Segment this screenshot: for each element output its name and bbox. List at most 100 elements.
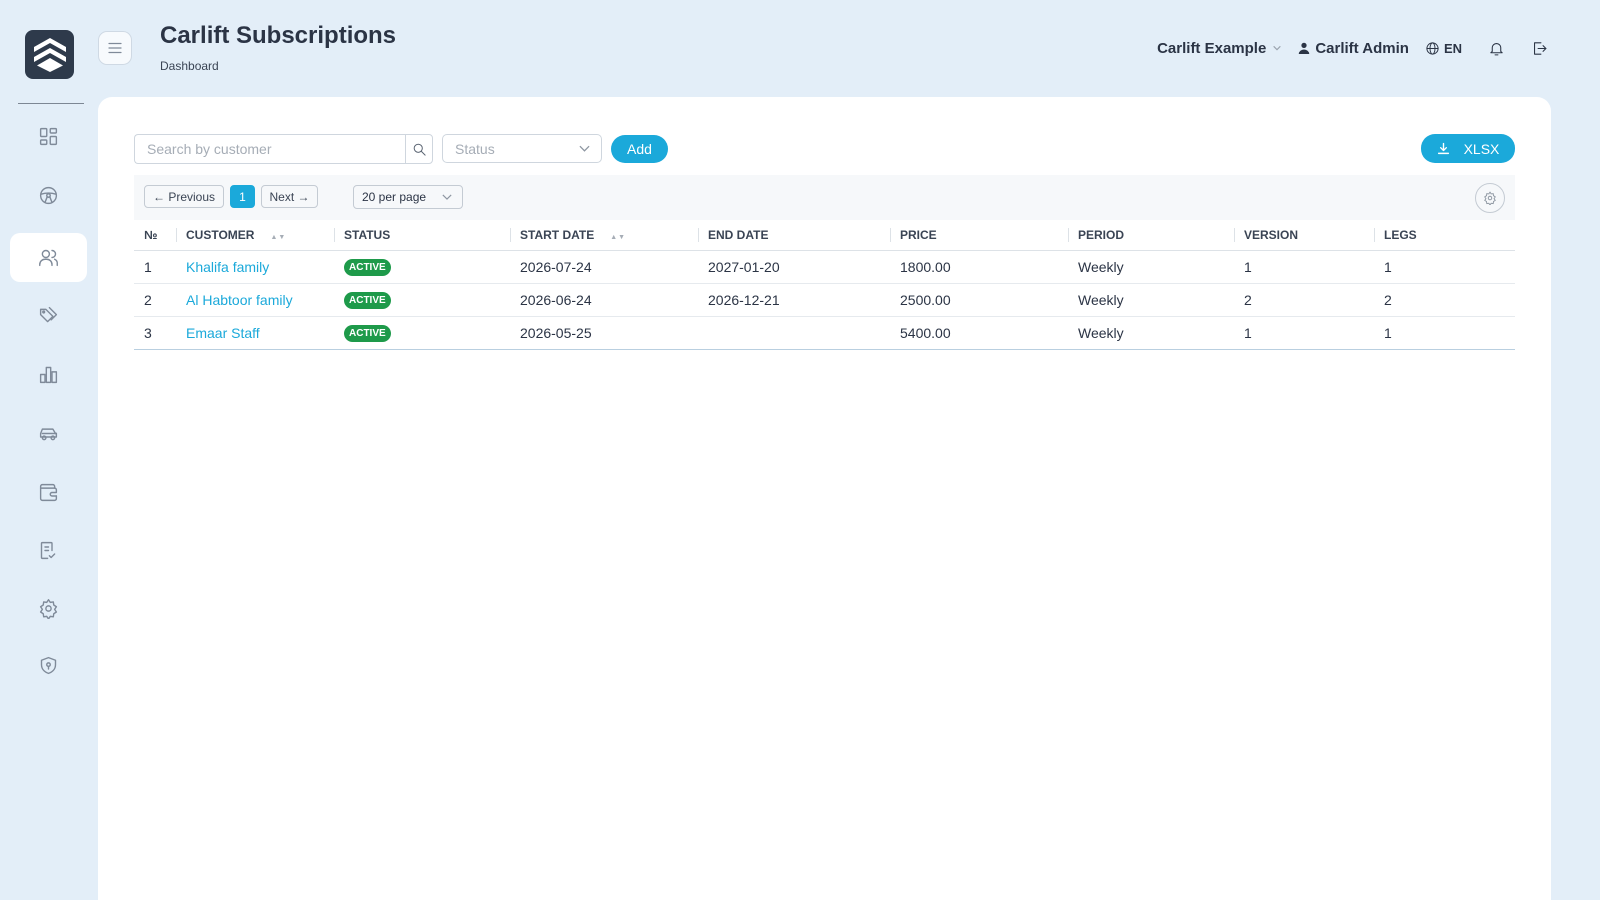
download-icon bbox=[1437, 142, 1449, 155]
table-row[interactable]: 1 Khalifa family ACTIVE 2026-07-24 2027-… bbox=[134, 250, 1515, 284]
column-header-customer[interactable]: CUSTOMER ▲▼ bbox=[176, 220, 334, 251]
customer-link[interactable]: Al Habtoor family bbox=[186, 292, 293, 308]
organization-name: Carlift Example bbox=[1157, 39, 1267, 57]
sort-icon[interactable]: ▲▼ bbox=[270, 234, 286, 241]
main-card: Status Add XLSX ← Previous 1 Next → 20 p… bbox=[98, 97, 1551, 900]
language-selector[interactable]: EN bbox=[1425, 41, 1462, 56]
status-filter-placeholder: Status bbox=[455, 140, 495, 157]
export-xlsx-button[interactable]: XLSX bbox=[1421, 134, 1515, 163]
status-badge: ACTIVE bbox=[344, 259, 391, 276]
layers-logo-icon bbox=[33, 37, 66, 72]
version-cell: 1 bbox=[1234, 316, 1374, 350]
user-name: Carlift Admin bbox=[1315, 39, 1409, 57]
export-label: XLSX bbox=[1463, 140, 1500, 157]
customer-link[interactable]: Khalifa family bbox=[186, 259, 269, 275]
start-date-cell: 2026-05-25 bbox=[510, 316, 698, 350]
search-bar bbox=[134, 134, 433, 164]
sidebar-item-security[interactable] bbox=[10, 641, 87, 690]
sidebar-divider bbox=[18, 103, 84, 104]
chevron-down-icon bbox=[442, 194, 452, 200]
organization-selector[interactable]: Carlift Example bbox=[1157, 40, 1282, 57]
wallet-icon bbox=[39, 483, 58, 502]
table-toolbar: ← Previous 1 Next → 20 per page bbox=[134, 175, 1515, 220]
sidebar-item-pricing[interactable] bbox=[10, 291, 87, 340]
sidebar-item-settings[interactable] bbox=[10, 584, 87, 633]
gear-icon bbox=[39, 599, 58, 619]
status-filter-select[interactable]: Status bbox=[442, 134, 602, 163]
shield-icon bbox=[40, 656, 57, 675]
column-header-version: VERSION bbox=[1234, 220, 1374, 251]
sidebar-item-drivers[interactable] bbox=[10, 171, 87, 220]
add-button[interactable]: Add bbox=[611, 135, 668, 163]
legs-cell: 2 bbox=[1374, 283, 1515, 317]
column-header-status: STATUS bbox=[334, 220, 510, 251]
checklist-icon bbox=[40, 541, 56, 560]
row-number: 1 bbox=[134, 250, 176, 284]
car-icon bbox=[39, 428, 58, 441]
sort-icon[interactable]: ▲▼ bbox=[610, 234, 626, 241]
user-icon bbox=[1299, 42, 1310, 54]
users-icon bbox=[39, 249, 58, 267]
logout-icon bbox=[1534, 41, 1547, 55]
customer-link[interactable]: Emaar Staff bbox=[186, 325, 260, 341]
sidebar-item-payments[interactable] bbox=[10, 468, 87, 517]
previous-page-button[interactable]: ← Previous bbox=[144, 185, 224, 208]
column-header-end-date: END DATE bbox=[698, 220, 890, 251]
app-logo[interactable] bbox=[25, 30, 74, 79]
tags-icon bbox=[39, 306, 58, 323]
steering-wheel-icon bbox=[39, 186, 58, 205]
sidebar-item-reports[interactable] bbox=[10, 350, 87, 399]
period-cell: Weekly bbox=[1068, 283, 1234, 317]
row-number: 2 bbox=[134, 283, 176, 317]
dashboard-icon bbox=[39, 127, 58, 146]
per-page-value: 20 per page bbox=[362, 190, 427, 204]
chevron-down-icon bbox=[1273, 45, 1282, 51]
search-button[interactable] bbox=[405, 134, 433, 164]
end-date-cell bbox=[698, 316, 890, 350]
notifications-button[interactable] bbox=[1488, 40, 1505, 57]
chevron-down-icon bbox=[579, 145, 590, 152]
column-header-number: № bbox=[134, 220, 176, 251]
logout-button[interactable] bbox=[1531, 40, 1548, 57]
hamburger-icon bbox=[108, 42, 122, 54]
breadcrumb[interactable]: Dashboard bbox=[160, 59, 219, 73]
gear-icon bbox=[1484, 191, 1496, 205]
row-number: 3 bbox=[134, 316, 176, 350]
language-code: EN bbox=[1443, 40, 1462, 56]
bell-icon bbox=[1490, 42, 1503, 55]
start-date-cell: 2026-06-24 bbox=[510, 283, 698, 317]
header-actions: Carlift Example Carlift Admin EN bbox=[1157, 38, 1548, 58]
price-cell: 1800.00 bbox=[890, 250, 1068, 284]
end-date-cell: 2027-01-20 bbox=[698, 250, 890, 284]
sidebar-item-vehicles[interactable] bbox=[10, 409, 87, 458]
column-header-period: PERIOD bbox=[1068, 220, 1234, 251]
sidebar-item-dashboard[interactable] bbox=[10, 112, 87, 161]
column-header-legs: LEGS bbox=[1374, 220, 1515, 251]
sidebar-item-subscriptions[interactable] bbox=[10, 233, 87, 282]
price-cell: 2500.00 bbox=[890, 283, 1068, 317]
current-page-button[interactable]: 1 bbox=[230, 185, 255, 208]
search-icon bbox=[413, 143, 426, 156]
search-input[interactable] bbox=[134, 134, 405, 164]
table-row[interactable]: 2 Al Habtoor family ACTIVE 2026-06-24 20… bbox=[134, 283, 1515, 317]
legs-cell: 1 bbox=[1374, 250, 1515, 284]
sidebar-item-tasks[interactable] bbox=[10, 526, 87, 575]
table-settings-button[interactable] bbox=[1475, 183, 1505, 213]
per-page-select[interactable]: 20 per page bbox=[353, 185, 463, 209]
table-row[interactable]: 3 Emaar Staff ACTIVE 2026-05-25 5400.00 … bbox=[134, 316, 1515, 350]
status-badge: ACTIVE bbox=[344, 292, 391, 309]
price-cell: 5400.00 bbox=[890, 316, 1068, 350]
version-cell: 1 bbox=[1234, 250, 1374, 284]
period-cell: Weekly bbox=[1068, 316, 1234, 350]
menu-toggle-button[interactable] bbox=[98, 31, 132, 65]
period-cell: Weekly bbox=[1068, 250, 1234, 284]
page-title: Carlift Subscriptions bbox=[160, 22, 397, 49]
column-header-price: PRICE bbox=[890, 220, 1068, 251]
legs-cell: 1 bbox=[1374, 316, 1515, 350]
user-menu[interactable]: Carlift Admin bbox=[1298, 40, 1409, 57]
subscriptions-table: № CUSTOMER ▲▼ STATUS START DATE ▲▼ END DAT… bbox=[134, 220, 1515, 350]
status-badge: ACTIVE bbox=[344, 325, 391, 342]
column-header-start-date[interactable]: START DATE ▲▼ bbox=[510, 220, 698, 251]
table-header-row: № CUSTOMER ▲▼ STATUS START DATE ▲▼ END DAT… bbox=[134, 220, 1515, 251]
next-page-button[interactable]: Next → bbox=[261, 185, 318, 208]
